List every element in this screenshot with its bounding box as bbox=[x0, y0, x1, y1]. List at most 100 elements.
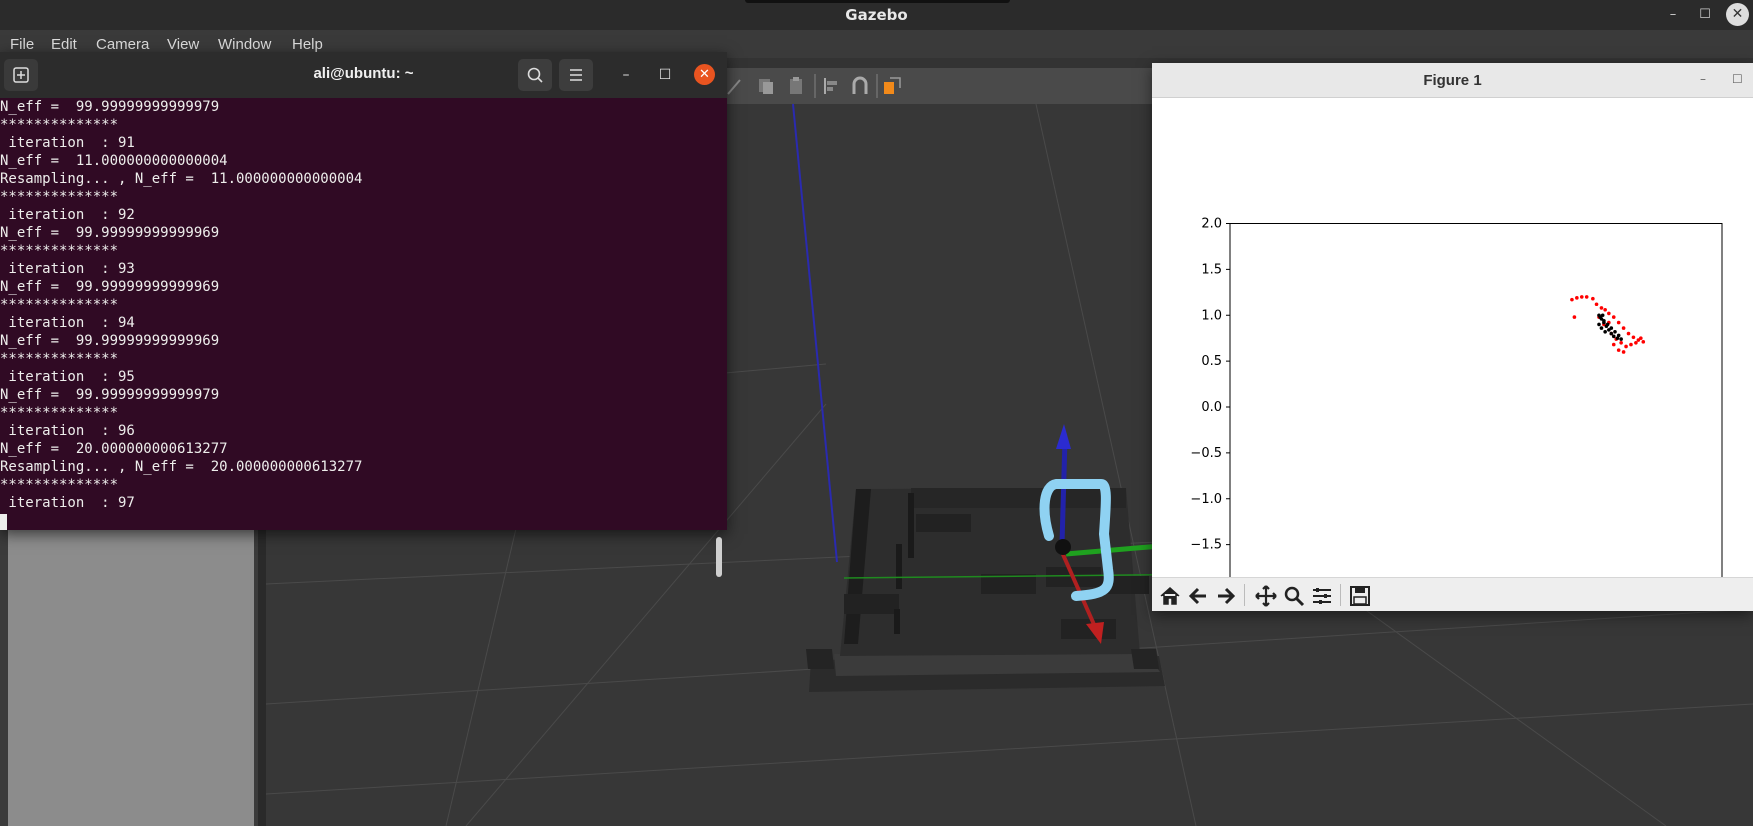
hamburger-menu-button[interactable] bbox=[559, 59, 593, 91]
particle-point bbox=[1570, 297, 1574, 302]
left-panel bbox=[0, 530, 266, 826]
y-tick-label: −1.5 bbox=[1190, 538, 1222, 553]
pan-icon[interactable] bbox=[1254, 584, 1278, 608]
y-tick-label: −1.0 bbox=[1190, 492, 1222, 507]
particle-point bbox=[1611, 315, 1616, 319]
scatter-plot[interactable]: −2.0−1.5−1.0−0.50.00.51.01.52.0 2.01.51.… bbox=[1152, 99, 1753, 640]
toolbar-separator bbox=[876, 74, 878, 98]
menu-help[interactable]: Help bbox=[292, 36, 323, 53]
menu-edit[interactable]: Edit bbox=[51, 36, 77, 53]
save-icon[interactable] bbox=[1348, 584, 1372, 608]
configure-subplots-icon[interactable] bbox=[1310, 584, 1334, 608]
particle-point bbox=[1641, 340, 1646, 344]
estimate-point bbox=[1599, 326, 1604, 330]
estimate-point bbox=[1600, 313, 1605, 318]
terminal-line: N_eff = 11.000000000000004 bbox=[0, 153, 228, 169]
particle-point bbox=[1639, 336, 1643, 340]
search-icon bbox=[527, 67, 543, 83]
particle-point bbox=[1611, 342, 1616, 347]
maximize-button[interactable]: ☐ bbox=[1696, 6, 1714, 24]
search-button[interactable] bbox=[518, 59, 552, 91]
terminal-line: ************** bbox=[0, 243, 119, 259]
y-tick-label: −0.5 bbox=[1190, 446, 1222, 461]
panel-splitter[interactable] bbox=[258, 530, 266, 826]
back-icon[interactable] bbox=[1186, 584, 1210, 608]
figure-titlebar[interactable]: Figure 1 – ☐ bbox=[1152, 63, 1753, 98]
gazebo-title: Gazebo bbox=[845, 6, 908, 24]
terminal-output[interactable]: N_eff = 99.99999999999979 **************… bbox=[0, 98, 727, 530]
scale-tool-icon[interactable] bbox=[726, 76, 746, 96]
particle-point bbox=[1619, 340, 1623, 345]
terminal-line: ************** bbox=[0, 117, 119, 133]
terminal-line: N_eff = 99.99999999999969 bbox=[0, 333, 220, 349]
minimize-button[interactable]: – bbox=[1664, 6, 1682, 24]
figure-window: Figure 1 – ☐ −2.0−1.5−1.0−0.50.00.51.01.… bbox=[1152, 63, 1753, 613]
desktop-screen: Gazebo – ☐ ✕ File Edit Camera View Windo… bbox=[0, 0, 1753, 826]
particle-point bbox=[1616, 320, 1621, 325]
terminal-line: iteration : 93 bbox=[0, 261, 135, 277]
estimate-point bbox=[1611, 334, 1616, 339]
terminal-cursor bbox=[0, 514, 7, 530]
y-tick-label: 1.5 bbox=[1201, 262, 1222, 277]
estimate-point bbox=[1616, 333, 1621, 338]
particle-point bbox=[1616, 348, 1621, 352]
paste-icon[interactable] bbox=[786, 76, 806, 96]
terminal-line: ************** bbox=[0, 477, 119, 493]
figure-minimize-button[interactable]: – bbox=[1700, 72, 1706, 86]
terminal-scrollbar[interactable] bbox=[716, 537, 722, 577]
particle-point bbox=[1575, 296, 1579, 300]
particle-point bbox=[1579, 295, 1584, 299]
menu-window[interactable]: Window bbox=[218, 36, 271, 53]
terminal-close-button[interactable]: ✕ bbox=[694, 64, 715, 85]
terminal-titlebar[interactable]: ali@ubuntu: ~ – ☐ ✕ bbox=[0, 52, 727, 98]
toolbar-separator bbox=[1244, 584, 1245, 606]
particle-point bbox=[1629, 342, 1633, 347]
y-axis: 2.01.51.00.50.0−0.5−1.0−1.5−2.0 bbox=[1190, 217, 1230, 599]
menu-file[interactable]: File bbox=[10, 36, 34, 53]
terminal-line: iteration : 94 bbox=[0, 315, 135, 331]
particle-point bbox=[1621, 326, 1626, 330]
particle-point bbox=[1634, 340, 1638, 345]
terminal-line: Resampling... , N_eff = 20.0000000006132… bbox=[0, 459, 363, 475]
estimate-point bbox=[1597, 322, 1601, 327]
select-mode-icon[interactable] bbox=[882, 76, 902, 96]
terminal-line: Resampling... , N_eff = 11.0000000000000… bbox=[0, 171, 363, 187]
y-tick-label: 0.0 bbox=[1201, 400, 1222, 415]
terminal-line: ************** bbox=[0, 189, 119, 205]
terminal-line: N_eff = 20.000000000613277 bbox=[0, 441, 228, 457]
figure-title: Figure 1 bbox=[1423, 72, 1482, 89]
copy-icon[interactable] bbox=[756, 76, 776, 96]
particle-point bbox=[1603, 307, 1607, 312]
zoom-icon[interactable] bbox=[1282, 584, 1306, 608]
terminal-line: ************** bbox=[0, 351, 119, 367]
gazebo-titlebar[interactable]: Gazebo – ☐ ✕ bbox=[0, 0, 1753, 30]
terminal-window: ali@ubuntu: ~ – ☐ ✕ N_eff = 99.999999999… bbox=[0, 52, 727, 577]
hamburger-icon bbox=[570, 69, 582, 81]
home-icon[interactable] bbox=[1158, 584, 1182, 608]
snap-icon[interactable] bbox=[850, 76, 870, 96]
terminal-line: iteration : 96 bbox=[0, 423, 135, 439]
menu-camera[interactable]: Camera bbox=[96, 36, 149, 53]
terminal-line: iteration : 91 bbox=[0, 135, 135, 151]
align-icon[interactable] bbox=[822, 76, 842, 96]
menu-view[interactable]: View bbox=[167, 36, 199, 53]
axes-frame bbox=[1229, 223, 1723, 591]
terminal-maximize-button[interactable]: ☐ bbox=[655, 65, 675, 85]
estimate-point bbox=[1603, 329, 1607, 334]
forward-icon[interactable] bbox=[1214, 584, 1238, 608]
robot-model bbox=[1055, 539, 1071, 555]
particle-point bbox=[1631, 335, 1636, 340]
terminal-line: N_eff = 99.99999999999969 bbox=[0, 225, 220, 241]
particle-point bbox=[1624, 344, 1628, 349]
y-tick-label: 2.0 bbox=[1201, 217, 1222, 232]
figure-toolbar bbox=[1152, 577, 1753, 611]
figure-maximize-button[interactable]: ☐ bbox=[1732, 72, 1743, 86]
estimate-point bbox=[1613, 329, 1617, 334]
data-points bbox=[1570, 295, 1646, 354]
terminal-minimize-button[interactable]: – bbox=[616, 65, 636, 85]
terminal-line: N_eff = 99.99999999999969 bbox=[0, 279, 220, 295]
particle-point bbox=[1626, 331, 1631, 336]
close-button[interactable]: ✕ bbox=[1726, 3, 1749, 26]
terminal-line: ************** bbox=[0, 297, 119, 313]
top-edge-marker bbox=[745, 0, 1010, 3]
